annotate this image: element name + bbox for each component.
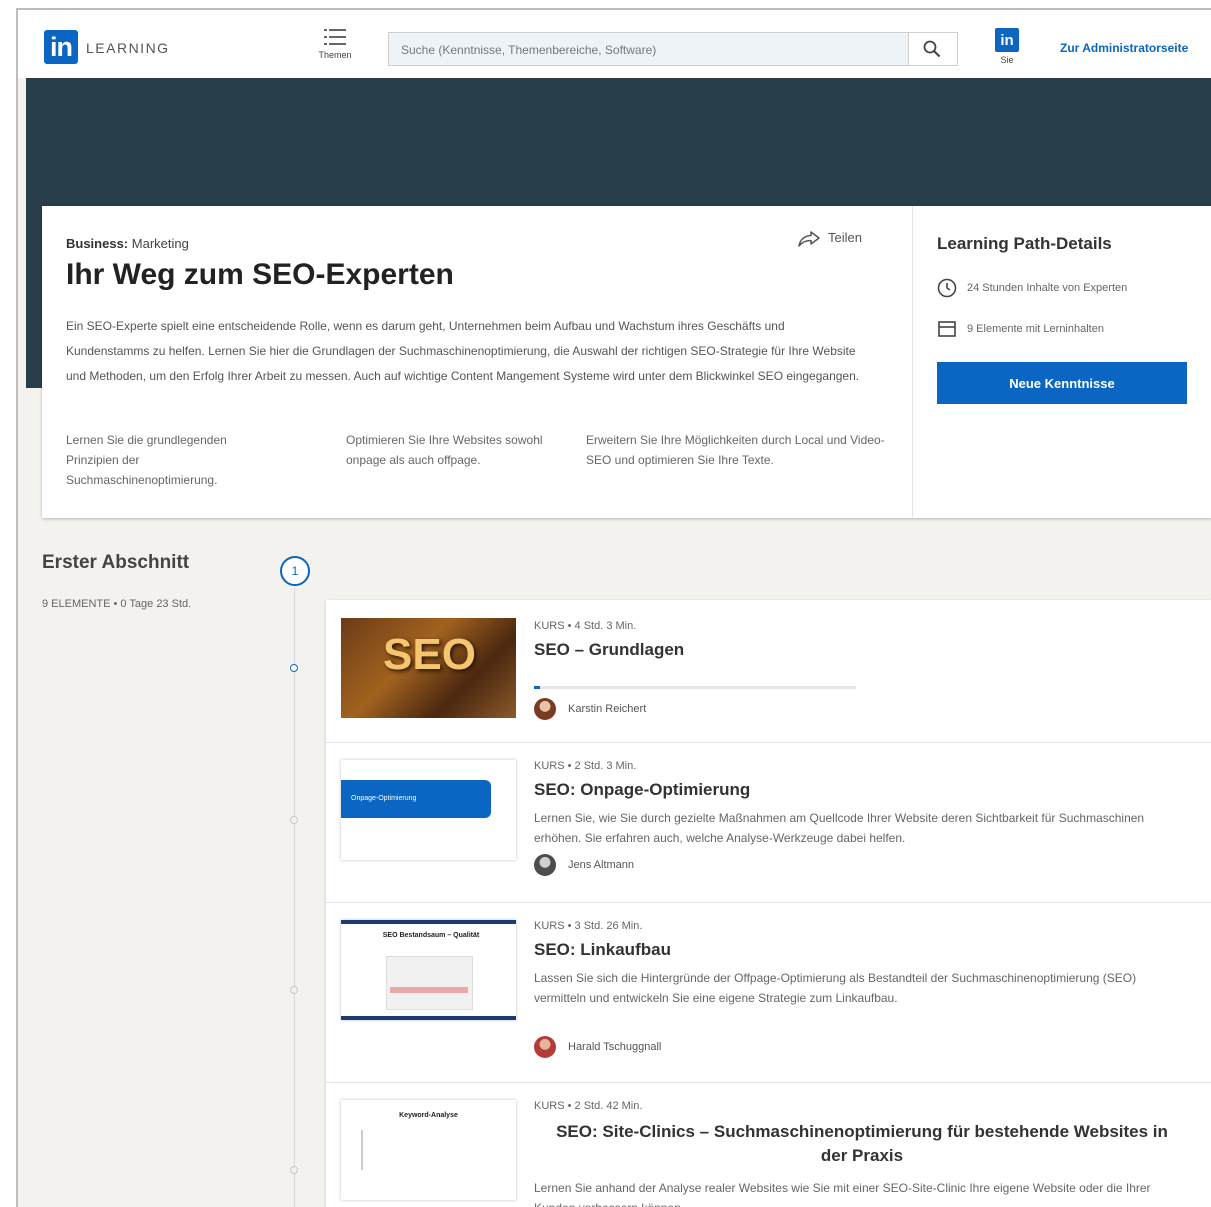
course-author[interactable]: Karstin Reichert xyxy=(534,698,646,720)
thumbnail-text: SEO Bestandsaum – Qualität xyxy=(382,932,480,939)
timeline-dot xyxy=(290,664,298,672)
course-meta: KURS • 2 Std. 3 Min. xyxy=(534,760,637,772)
breadcrumb-category[interactable]: Business: xyxy=(66,236,128,251)
author-avatar xyxy=(534,854,556,876)
admin-link[interactable]: Zur Administratorseite xyxy=(1060,41,1188,55)
course-description: Lassen Sie sich die Hintergründe der Off… xyxy=(534,971,1137,1005)
path-description: Ein SEO-Experte spielt eine entscheidend… xyxy=(66,319,860,383)
share-label: Teilen xyxy=(828,230,862,245)
duration-text: 24 Stunden Inhalte von Experten xyxy=(967,281,1128,294)
search-box xyxy=(388,32,958,67)
course-thumbnail[interactable]: Onpage-Optimierung xyxy=(341,760,516,860)
elements-row: 9 Elemente mit Lerninhalten xyxy=(937,320,1104,338)
timeline-dot xyxy=(290,1166,298,1174)
course-author[interactable]: Harald Tschuggnall xyxy=(534,1036,661,1058)
breadcrumb-topic[interactable]: Marketing xyxy=(132,236,189,251)
thumbnail-stripe xyxy=(341,1016,516,1020)
objective: Optimieren Sie Ihre Websites sowohl onpa… xyxy=(346,433,543,467)
list-icon xyxy=(324,29,346,45)
linkedin-logo[interactable]: in xyxy=(44,30,78,64)
thumbnail-stripe xyxy=(341,920,516,924)
course-progress-bar xyxy=(534,686,856,689)
search-input[interactable] xyxy=(399,33,903,67)
course-thumbnail[interactable]: SEO Bestandsaum – Qualität xyxy=(341,920,516,1020)
learning-wordmark[interactable]: LEARNING xyxy=(86,40,170,56)
author-name: Harald Tschuggnall xyxy=(568,1040,662,1053)
themen-label: Themen xyxy=(318,50,352,60)
objective: Erweitern Sie Ihre Möglichkeiten durch L… xyxy=(586,433,885,467)
search-button[interactable] xyxy=(908,33,957,65)
author-avatar xyxy=(534,698,556,720)
themen-menu-button[interactable]: Themen xyxy=(310,28,360,60)
thumbnail-text: SEO xyxy=(383,630,476,679)
progress-fill xyxy=(534,686,541,689)
course-card[interactable]: Keyword-Analyse KURS • 2 Std. 42 Min. SE… xyxy=(326,1082,1211,1207)
course-card[interactable]: SEO Bestandsaum – Qualität KURS • 3 Std.… xyxy=(326,902,1211,1083)
timeline-dot xyxy=(290,986,298,994)
course-author[interactable]: Jens Altmann xyxy=(534,854,634,876)
author-name: Jens Altmann xyxy=(568,858,635,871)
page-title: Ihr Weg zum SEO-Experten xyxy=(66,258,454,291)
clock-icon xyxy=(937,278,957,298)
me-menu[interactable]: in Sie xyxy=(992,28,1022,65)
course-meta: KURS • 3 Std. 26 Min. xyxy=(534,920,643,932)
profile-avatar: in xyxy=(995,28,1019,52)
timeline-dot xyxy=(290,816,298,824)
section-meta: 9 ELEMENTE • 0 Tage 23 Std. xyxy=(42,598,192,610)
breadcrumb: Business: Marketing xyxy=(66,236,189,251)
section-title: Erster Abschnitt xyxy=(42,552,190,573)
browser-frame: in LEARNING Themen in Sie Zur Administr xyxy=(16,8,1211,1207)
course-thumbnail[interactable]: SEO xyxy=(341,618,516,718)
path-overview: Business: Marketing Teilen Ihr Weg zum S… xyxy=(42,206,912,518)
timeline-line xyxy=(294,588,295,1207)
thumbnail-text: Onpage-Optimierung xyxy=(341,780,491,818)
elements-text: 9 Elemente mit Lerninhalten xyxy=(967,322,1104,335)
top-navigation: in LEARNING Themen in Sie Zur Administr xyxy=(18,10,1211,78)
course-meta: KURS • 4 Std. 3 Min. xyxy=(534,620,637,632)
neue-kenntnisse-button[interactable]: Neue Kenntnisse xyxy=(937,362,1187,404)
section-step-number: 1 xyxy=(280,556,310,586)
course-title[interactable]: SEO: Onpage-Optimierung xyxy=(534,780,750,800)
share-button[interactable]: Teilen xyxy=(798,230,862,247)
course-title[interactable]: SEO – Grundlagen xyxy=(534,640,684,660)
thumbnail-document xyxy=(386,956,473,1010)
me-label: Sie xyxy=(1000,55,1014,65)
details-title: Learning Path-Details xyxy=(937,234,1112,253)
learning-path-card: Business: Marketing Teilen Ihr Weg zum S… xyxy=(42,206,1211,518)
objective: Lernen Sie die grundlegenden Prinzipien … xyxy=(66,433,227,487)
course-card[interactable]: SEO KURS • 4 Std. 3 Min. SEO – Grundlage… xyxy=(326,600,1211,743)
author-avatar xyxy=(534,1036,556,1058)
course-title[interactable]: SEO: Site-Clinics – Suchmaschinenoptimie… xyxy=(542,1120,1182,1168)
search-icon xyxy=(923,40,941,58)
course-thumbnail[interactable]: Keyword-Analyse xyxy=(341,1100,516,1200)
thumbnail-text: Keyword-Analyse xyxy=(399,1112,458,1119)
duration-row: 24 Stunden Inhalte von Experten xyxy=(937,278,1127,298)
course-card[interactable]: Onpage-Optimierung KURS • 2 Std. 3 Min. … xyxy=(326,742,1211,903)
course-description: Lernen Sie, wie Sie durch gezielte Maßna… xyxy=(534,811,1145,845)
author-name: Karstin Reichert xyxy=(568,702,647,715)
course-meta: KURS • 2 Std. 42 Min. xyxy=(534,1100,643,1112)
thumbnail-list-lines xyxy=(361,1130,423,1170)
course-list: SEO KURS • 4 Std. 3 Min. SEO – Grundlage… xyxy=(326,600,1211,1207)
share-icon xyxy=(798,230,820,247)
course-title[interactable]: SEO: Linkaufbau xyxy=(534,940,671,960)
course-description: Lernen Sie anhand der Analyse realer Web… xyxy=(534,1181,1151,1207)
path-details-panel: Learning Path-Details 24 Stunden Inhalte… xyxy=(913,206,1211,518)
content-stack-icon xyxy=(938,321,956,337)
